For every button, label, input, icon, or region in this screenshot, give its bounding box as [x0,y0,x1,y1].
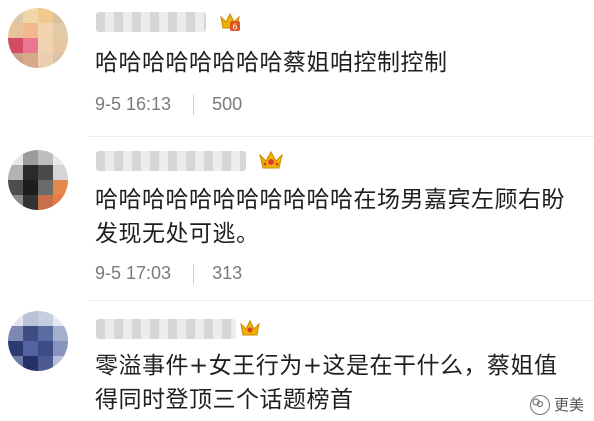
comment-meta: 9-5 16:13 500 [95,94,242,116]
comment-text: 哈哈哈哈哈哈哈哈哈哈哈在场男嘉宾左顾右盼发现无处可逃。 [95,187,565,247]
watermark-label: 更美 [553,396,584,414]
comment-item-2: 哈哈哈哈哈哈哈哈哈哈哈在场男嘉宾左顾右盼发现无处可逃。 9-5 17:03 313 [0,137,594,300]
meta-divider [193,264,195,285]
crown-badge-icon: 6 [220,12,240,32]
comment-item-1: 6 哈哈哈哈哈哈哈哈蔡姐咱控制控制 9-5 16:13 500 [0,0,594,140]
comment-text: 哈哈哈哈哈哈哈哈蔡姐咱控制控制 [95,50,448,76]
wechat-logo-icon [529,394,550,415]
username-blurred[interactable] [96,319,236,339]
comment-date: 9-5 17:03 [95,263,172,283]
username-blurred[interactable] [96,12,206,32]
username-blurred[interactable] [96,151,246,171]
comment-date: 9-5 16:13 [95,94,172,114]
avatar[interactable] [8,311,68,371]
avatar[interactable] [8,8,68,68]
comment-item-3: 零溢事件+女王行为+这是在干什么，蔡姐值得同时登顶三个话题榜首 [0,301,594,421]
like-count[interactable]: 313 [212,263,242,283]
svg-text:6: 6 [232,23,237,32]
like-count[interactable]: 500 [212,94,242,114]
avatar[interactable] [8,150,68,210]
comment-text: 零溢事件+女王行为+这是在干什么，蔡姐值得同时登顶三个话题榜首 [95,353,558,413]
crown-badge-icon [240,319,260,336]
comment-meta: 9-5 17:03 313 [95,263,242,285]
crown-badge-icon [259,150,283,169]
watermark: 更美 [529,394,584,415]
meta-divider [193,95,195,116]
